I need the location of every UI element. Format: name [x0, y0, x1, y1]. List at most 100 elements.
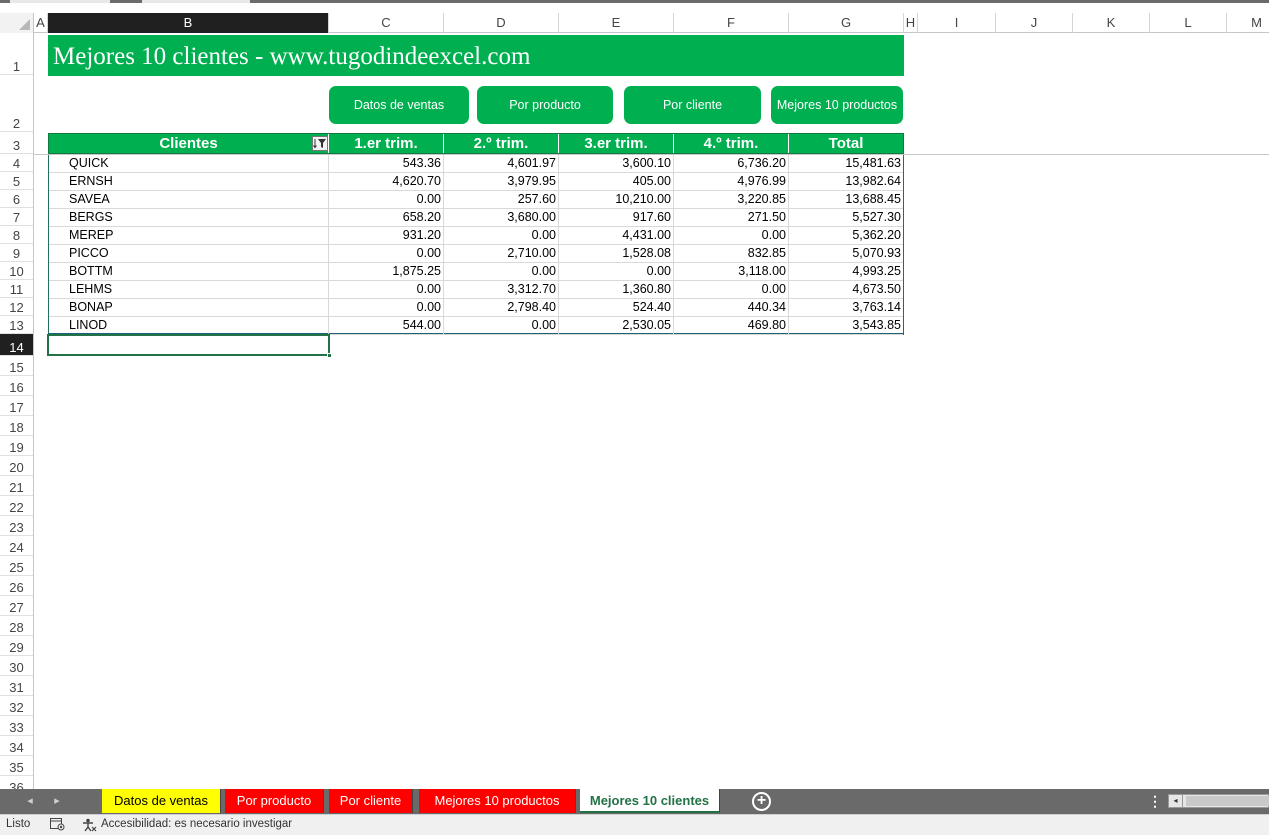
value-cell[interactable]: 3,543.85 [789, 317, 903, 334]
nav-button-mejores-10-productos[interactable]: Mejores 10 productos [771, 86, 903, 124]
row-header-32[interactable]: 32 [0, 696, 33, 716]
value-cell[interactable]: 6,736.20 [674, 155, 789, 172]
scrollbar-thumb[interactable] [1186, 796, 1269, 806]
row-header-36[interactable]: 36 [0, 776, 33, 791]
value-cell[interactable]: 469.80 [674, 317, 789, 334]
row-header-3[interactable]: 3 [0, 132, 33, 154]
value-cell[interactable]: 0.00 [444, 317, 559, 334]
value-cell[interactable]: 524.40 [559, 299, 674, 316]
value-cell[interactable]: 4,601.97 [444, 155, 559, 172]
value-cell[interactable]: 4,976.99 [674, 173, 789, 190]
row-header-14[interactable]: 14 [0, 334, 33, 356]
value-cell[interactable]: 271.50 [674, 209, 789, 226]
client-name-cell[interactable]: PICCO [49, 245, 329, 262]
value-cell[interactable]: 931.20 [329, 227, 444, 244]
value-cell[interactable]: 13,688.45 [789, 191, 903, 208]
value-cell[interactable]: 5,527.30 [789, 209, 903, 226]
row-header-1[interactable]: 1 [0, 33, 33, 75]
row-header-20[interactable]: 20 [0, 456, 33, 476]
column-header-j[interactable]: J [996, 13, 1073, 33]
value-cell[interactable]: 658.20 [329, 209, 444, 226]
row-header-28[interactable]: 28 [0, 616, 33, 636]
sheet-tab-1[interactable]: Datos de ventas [102, 789, 221, 813]
client-name-cell[interactable]: LEHMS [49, 281, 329, 298]
value-cell[interactable]: 0.00 [329, 299, 444, 316]
row-header-33[interactable]: 33 [0, 716, 33, 736]
select-all-button[interactable] [0, 13, 34, 33]
row-header-2[interactable]: 2 [0, 75, 33, 132]
row-header-21[interactable]: 21 [0, 476, 33, 496]
row-header-11[interactable]: 11 [0, 280, 33, 298]
sheet-tab-3[interactable]: Por cliente [329, 789, 413, 813]
sheet-tab-2[interactable]: Por producto [225, 789, 324, 813]
column-header-m[interactable]: M [1227, 13, 1269, 33]
value-cell[interactable]: 0.00 [329, 281, 444, 298]
column-header-k[interactable]: K [1073, 13, 1150, 33]
value-cell[interactable]: 13,982.64 [789, 173, 903, 190]
horizontal-scrollbar[interactable]: ◂ [1168, 794, 1269, 808]
value-cell[interactable]: 15,481.63 [789, 155, 903, 172]
value-cell[interactable]: 257.60 [444, 191, 559, 208]
value-cell[interactable]: 917.60 [559, 209, 674, 226]
row-header-15[interactable]: 15 [0, 356, 33, 376]
value-cell[interactable]: 4,673.50 [789, 281, 903, 298]
row-header-10[interactable]: 10 [0, 262, 33, 280]
scrollbar-left-icon[interactable]: ◂ [1169, 795, 1183, 807]
client-name-cell[interactable]: ERNSH [49, 173, 329, 190]
row-header-35[interactable]: 35 [0, 756, 33, 776]
value-cell[interactable]: 832.85 [674, 245, 789, 262]
value-cell[interactable]: 0.00 [329, 191, 444, 208]
value-cell[interactable]: 4,620.70 [329, 173, 444, 190]
row-header-30[interactable]: 30 [0, 656, 33, 676]
value-cell[interactable]: 4,431.00 [559, 227, 674, 244]
value-cell[interactable]: 2,798.40 [444, 299, 559, 316]
scroll-tabs-left-icon[interactable]: ◂ [23, 789, 37, 814]
add-sheet-icon[interactable]: + [752, 792, 771, 811]
value-cell[interactable]: 2,530.05 [559, 317, 674, 334]
row-header-16[interactable]: 16 [0, 376, 33, 396]
value-cell[interactable]: 0.00 [674, 281, 789, 298]
value-cell[interactable]: 544.00 [329, 317, 444, 334]
client-name-cell[interactable]: BONAP [49, 299, 329, 316]
row-header-24[interactable]: 24 [0, 536, 33, 556]
filter-dropdown-button[interactable] [312, 136, 328, 151]
column-header-b[interactable]: B [48, 13, 329, 33]
value-cell[interactable]: 1,875.25 [329, 263, 444, 280]
sheet-tab-5[interactable]: Mejores 10 clientes [580, 789, 720, 813]
column-header-f[interactable]: F [674, 13, 789, 33]
sheet-tab-4[interactable]: Mejores 10 productos [419, 789, 576, 813]
column-header-i[interactable]: I [918, 13, 996, 33]
row-header-18[interactable]: 18 [0, 416, 33, 436]
value-cell[interactable]: 4,993.25 [789, 263, 903, 280]
row-header-9[interactable]: 9 [0, 244, 33, 262]
column-header-d[interactable]: D [444, 13, 559, 33]
column-header-g[interactable]: G [789, 13, 904, 33]
row-header-4[interactable]: 4 [0, 154, 33, 172]
value-cell[interactable]: 3,979.95 [444, 173, 559, 190]
row-header-12[interactable]: 12 [0, 298, 33, 316]
column-header-l[interactable]: L [1150, 13, 1227, 33]
value-cell[interactable]: 2,710.00 [444, 245, 559, 262]
row-header-5[interactable]: 5 [0, 172, 33, 190]
value-cell[interactable]: 3,600.10 [559, 155, 674, 172]
row-header-29[interactable]: 29 [0, 636, 33, 656]
value-cell[interactable]: 0.00 [444, 263, 559, 280]
nav-button-datos-de-ventas[interactable]: Datos de ventas [329, 86, 469, 124]
value-cell[interactable]: 3,118.00 [674, 263, 789, 280]
fill-handle[interactable] [327, 353, 332, 358]
value-cell[interactable]: 5,070.93 [789, 245, 903, 262]
value-cell[interactable]: 0.00 [444, 227, 559, 244]
value-cell[interactable]: 0.00 [674, 227, 789, 244]
value-cell[interactable]: 3,763.14 [789, 299, 903, 316]
value-cell[interactable]: 440.34 [674, 299, 789, 316]
client-name-cell[interactable]: MEREP [49, 227, 329, 244]
value-cell[interactable]: 3,312.70 [444, 281, 559, 298]
row-header-27[interactable]: 27 [0, 596, 33, 616]
value-cell[interactable]: 10,210.00 [559, 191, 674, 208]
row-header-17[interactable]: 17 [0, 396, 33, 416]
value-cell[interactable]: 543.36 [329, 155, 444, 172]
row-header-19[interactable]: 19 [0, 436, 33, 456]
row-header-34[interactable]: 34 [0, 736, 33, 756]
column-header-c[interactable]: C [329, 13, 444, 33]
row-header-8[interactable]: 8 [0, 226, 33, 244]
